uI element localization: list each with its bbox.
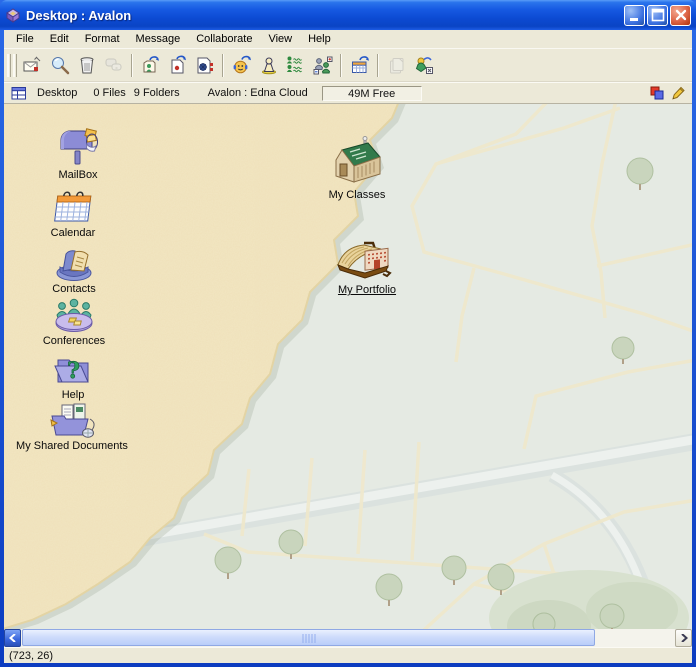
workflow-button[interactable] <box>410 52 437 78</box>
upload-folder-button[interactable] <box>137 52 164 78</box>
group-edit-icon <box>313 55 333 75</box>
title-bar[interactable]: Desktop : Avalon <box>0 0 696 30</box>
figure-checkbox-icon <box>414 55 434 75</box>
menu-view[interactable]: View <box>260 31 300 47</box>
instant-message-button[interactable] <box>228 52 255 78</box>
app-window: Desktop : Avalon File Edit Format Messag… <box>0 0 696 667</box>
file-count: 0 Files <box>93 87 125 99</box>
toolbar-grip[interactable] <box>13 54 17 77</box>
icon-label: Contacts <box>52 283 95 295</box>
desktop-item-contacts[interactable]: Contacts <box>29 244 119 295</box>
trash-icon <box>77 55 97 75</box>
toolbar-separator <box>131 54 133 77</box>
toolbar-separator <box>340 54 342 77</box>
icon-label: Calendar <box>51 227 96 239</box>
info-bar: Desktop 0 Files 9 Folders Avalon : Edna … <box>4 82 692 103</box>
schoolhouse-icon <box>328 136 386 188</box>
mailbox-icon <box>55 128 101 168</box>
desktop-item-conferences[interactable]: Conferences <box>28 296 120 347</box>
desktop-item-my-classes[interactable]: My Classes <box>297 136 417 201</box>
close-button[interactable] <box>670 5 691 26</box>
scroll-right-button[interactable] <box>675 629 692 647</box>
new-calendar-event-button[interactable] <box>346 52 373 78</box>
menu-format[interactable]: Format <box>77 31 128 47</box>
new-message-button[interactable] <box>19 52 46 78</box>
icon-label: My Classes <box>329 189 386 201</box>
document-settings-button[interactable] <box>191 52 218 78</box>
toolbar <box>4 48 692 82</box>
minimize-icon <box>626 6 644 24</box>
status-bar: (723, 26) <box>4 647 692 663</box>
menu-message[interactable]: Message <box>128 31 189 47</box>
maximize-button[interactable] <box>647 5 668 26</box>
arrow-right-icon <box>680 634 688 642</box>
toolbar-separator <box>222 54 224 77</box>
help-folder-icon: ? <box>52 350 94 388</box>
window-body: File Edit Format Message Collaborate Vie… <box>4 30 692 663</box>
scrollbar-track[interactable] <box>21 629 675 647</box>
desktop-item-mailbox[interactable]: MailBox <box>33 128 123 181</box>
toolbar-separator <box>377 54 379 77</box>
document-gear-icon <box>195 55 215 75</box>
icon-label: Help <box>62 389 85 401</box>
people-list-icon <box>286 55 306 75</box>
chess-pawn-icon <box>259 55 279 75</box>
upload-document-button[interactable] <box>164 52 191 78</box>
icon-label: My Portfolio <box>338 284 396 296</box>
delete-button[interactable] <box>73 52 100 78</box>
menu-file[interactable]: File <box>8 31 42 47</box>
folder-count: 9 Folders <box>134 87 180 99</box>
desktop-workspace[interactable]: MailBox Calendar <box>4 103 692 629</box>
permissions-button[interactable] <box>309 52 336 78</box>
calendar-arrow-icon <box>350 55 370 75</box>
maximize-icon <box>649 6 667 24</box>
smiley-arrow-icon <box>232 55 252 75</box>
stacked-papers-icon <box>387 55 407 75</box>
envelope-compose-icon <box>23 55 43 75</box>
directory-button[interactable] <box>282 52 309 78</box>
window-grid-icon[interactable] <box>11 86 27 101</box>
desktop-item-help[interactable]: ? Help <box>28 350 118 401</box>
scroll-left-button[interactable] <box>4 629 21 647</box>
overlap-squares-icon[interactable] <box>650 86 665 101</box>
view-name: Desktop <box>37 87 77 99</box>
scrollbar-grip <box>302 634 315 643</box>
folder-up-arrow-icon <box>141 55 161 75</box>
close-icon <box>672 6 690 24</box>
window-title: Desktop : Avalon <box>26 8 622 23</box>
menu-bar: File Edit Format Message Collaborate Vie… <box>4 30 692 48</box>
conference-table-icon <box>51 296 97 334</box>
desktop-item-calendar[interactable]: Calendar <box>28 186 118 239</box>
svg-text:?: ? <box>67 358 80 384</box>
icon-label: MailBox <box>58 169 97 181</box>
menu-collaborate[interactable]: Collaborate <box>188 31 260 47</box>
menu-help[interactable]: Help <box>300 31 339 47</box>
icon-label: My Shared Documents <box>16 440 128 452</box>
icon-label: Conferences <box>43 335 105 347</box>
cursor-coordinates: (723, 26) <box>9 650 53 662</box>
chat-bubbles-icon <box>104 55 124 75</box>
toolbar-grip[interactable] <box>7 54 11 77</box>
online-status-button[interactable] <box>255 52 282 78</box>
search-button[interactable] <box>46 52 73 78</box>
horizontal-scrollbar <box>4 629 692 647</box>
copy-button <box>383 52 410 78</box>
free-space-indicator: 49M Free <box>322 86 422 101</box>
portfolio-book-icon <box>334 235 400 283</box>
pencil-icon[interactable] <box>672 86 685 101</box>
arrow-left-icon <box>9 634 17 642</box>
shared-documents-icon <box>48 401 96 439</box>
menu-edit[interactable]: Edit <box>42 31 77 47</box>
scrollbar-thumb[interactable] <box>22 629 595 646</box>
document-up-arrow-icon <box>168 55 188 75</box>
contacts-rolodex-icon <box>51 244 97 282</box>
magnifier-icon <box>50 55 70 75</box>
app-icon <box>5 7 21 23</box>
chat-button <box>100 52 127 78</box>
desktop-item-my-portfolio[interactable]: My Portfolio <box>304 235 430 296</box>
desktop-item-shared-documents[interactable]: My Shared Documents <box>4 401 143 452</box>
minimize-button[interactable] <box>624 5 645 26</box>
calendar-icon <box>51 186 95 226</box>
connection-label: Avalon : Edna Cloud <box>208 87 308 99</box>
